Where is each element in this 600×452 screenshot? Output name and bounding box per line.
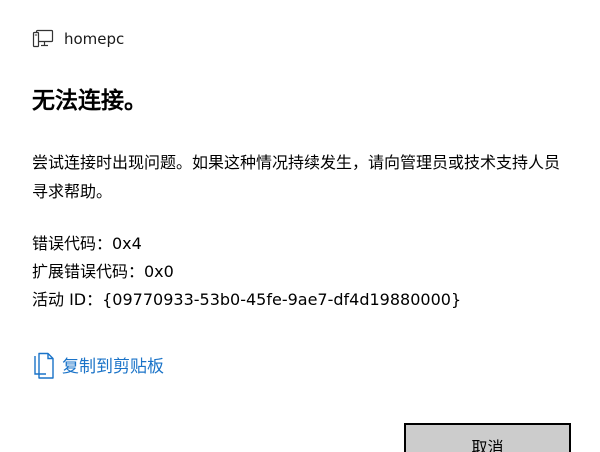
dialog-title: 无法连接。 (32, 88, 147, 114)
dialog-header: homepc (32, 26, 124, 52)
copy-to-clipboard-label: 复制到剪贴板 (62, 357, 164, 377)
error-message: 尝试连接时出现问题。如果这种情况持续发生，请向管理员或技术支持人员寻求帮助。 (32, 153, 561, 201)
copy-icon (32, 352, 58, 382)
computer-icon (32, 29, 54, 49)
connection-error-dialog: homepc 无法连接。 尝试连接时出现问题。如果这种情况持续发生，请向管理员或… (0, 0, 600, 452)
extended-error-code: 扩展错误代码：0x0 (32, 262, 174, 281)
error-details: 错误代码：0x4 扩展错误代码：0x0 活动 ID：{09770933-53b0… (32, 230, 461, 314)
error-code: 错误代码：0x4 (32, 234, 142, 253)
copy-to-clipboard-link[interactable]: 复制到剪贴板 (32, 352, 164, 382)
cancel-button[interactable]: 取消 (404, 423, 571, 452)
host-name: homepc (64, 30, 125, 48)
activity-id: 活动 ID：{09770933-53b0-45fe-9ae7-df4d19880… (32, 290, 462, 309)
